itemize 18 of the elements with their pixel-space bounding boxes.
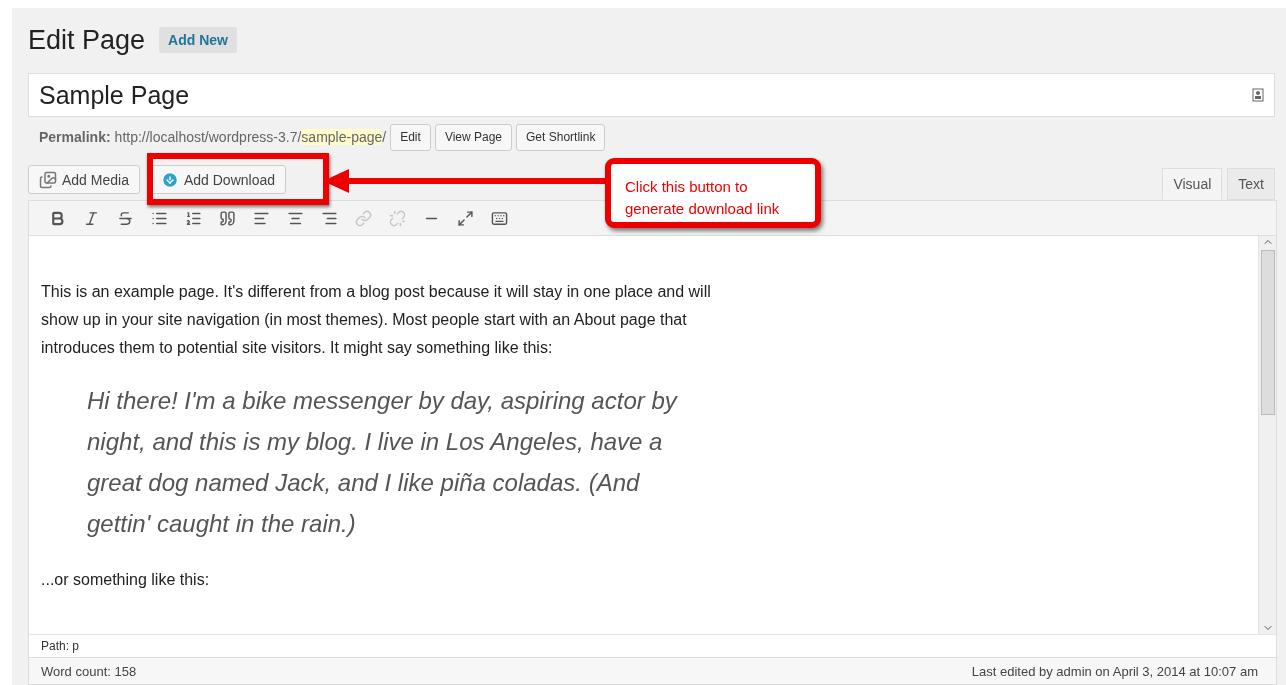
permalink-button[interactable]: Edit [390, 123, 431, 151]
paragraph-text: ...or something like this: [41, 570, 211, 590]
permalink-label: Permalink: [39, 129, 111, 145]
editor-tab[interactable]: Text [1227, 168, 1275, 200]
permalink-url[interactable]: http://localhost/wordpress-3.7/sample-page/ [114, 129, 387, 145]
word-count: Word count: 158 [41, 663, 137, 679]
title-field[interactable]: Sample Page [28, 73, 1275, 117]
editor-tab[interactable]: Visual [1162, 168, 1223, 200]
callout-text: Click this button to generate download link [605, 158, 821, 228]
add-new-button[interactable]: Add New [159, 27, 237, 53]
permalink-button[interactable]: Get Shortlink [516, 123, 606, 151]
last-edited-text: Last edited by admin on April 3, 2014 at 10:07 am [971, 663, 1258, 679]
path-text: Path: p [41, 639, 80, 653]
permalink-button[interactable]: View Page [434, 123, 513, 151]
paragraph-text: This is an example page. It's different from a blog post because it will stay in one place and will show up in your site navigation (in most themes). Most people start with an About page that introduces them to potential site visitors. It might say something like this: [41, 282, 712, 358]
page-title: Edit Page [28, 24, 146, 56]
blockquote-text: Hi there! I'm a bike messenger by day, aspiring actor by night, and this is my blog. I live in Los Angeles, have a great dog named Jack, and I like piña coladas. (And gettin' caught in the rain.) [87, 386, 679, 539]
add-media-button[interactable]: Add Media [28, 165, 140, 194]
